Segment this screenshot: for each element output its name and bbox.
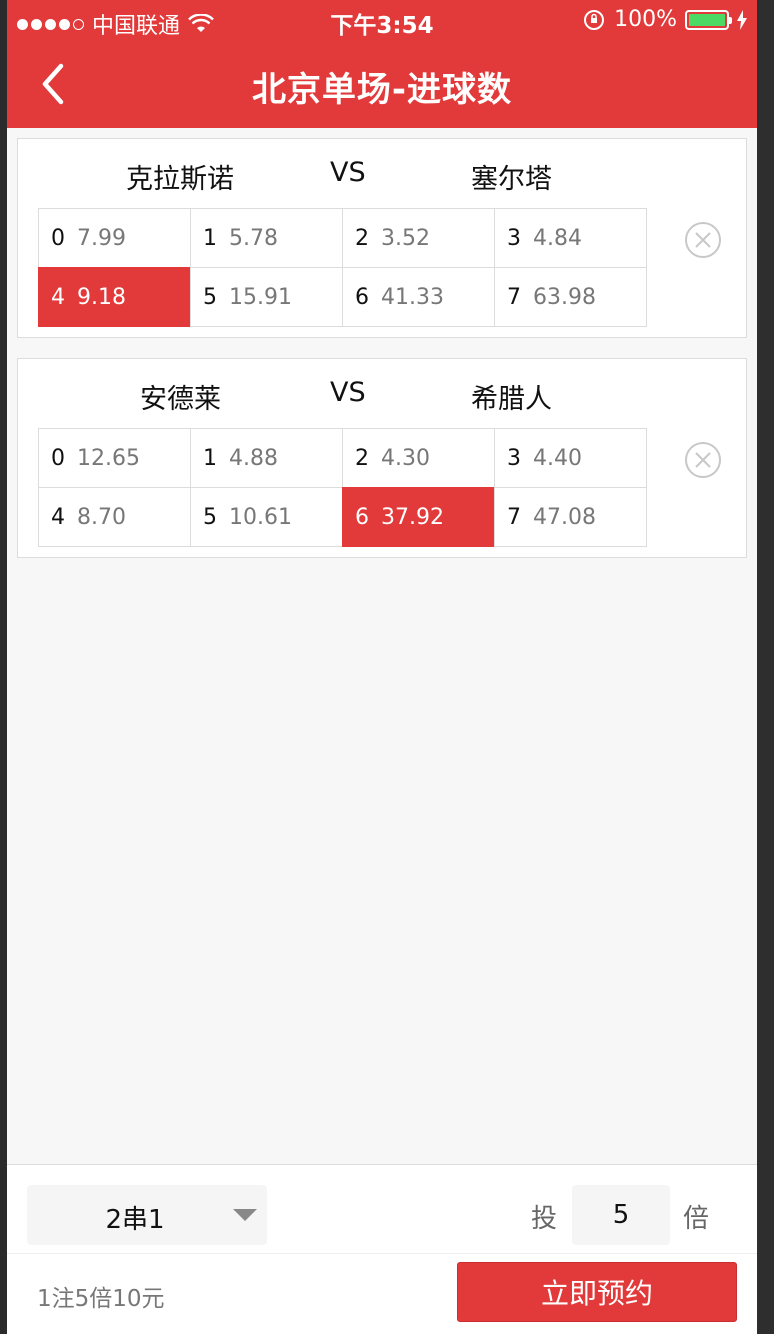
- charging-icon: [737, 9, 747, 30]
- screen-edge: [757, 0, 774, 1334]
- goal-count: 0: [51, 445, 65, 471]
- odds-value: 15.91: [229, 284, 292, 310]
- goal-count: 6: [355, 504, 369, 530]
- goal-option[interactable]: 6 37.92: [342, 487, 495, 547]
- goal-option[interactable]: 5 10.61: [190, 487, 343, 547]
- goal-option[interactable]: 3 4.84: [494, 208, 647, 268]
- odds-value: 4.40: [533, 445, 582, 471]
- odds-value: 63.98: [533, 284, 596, 310]
- multiplier-input[interactable]: [572, 1185, 670, 1245]
- bet-label: 投: [531, 1204, 558, 1234]
- goal-option[interactable]: 1 4.88: [190, 428, 343, 488]
- status-right: 100%: [582, 7, 747, 32]
- multiplier-unit: 倍: [683, 1204, 710, 1234]
- goal-count: 6: [355, 284, 369, 310]
- close-circle-icon: [685, 222, 721, 258]
- match-teams: 克拉斯诺 VS 塞尔塔: [18, 139, 748, 209]
- odds-value: 41.33: [381, 284, 444, 310]
- goal-count: 7: [507, 504, 521, 530]
- goal-count: 3: [507, 445, 521, 471]
- close-circle-icon: [685, 442, 721, 478]
- remove-match-button[interactable]: [684, 221, 722, 259]
- goal-option[interactable]: 6 41.33: [342, 267, 495, 327]
- remove-match-button[interactable]: [684, 441, 722, 479]
- odds-value: 12.65: [77, 445, 140, 471]
- pass-type-value: 2串1: [105, 1205, 165, 1235]
- goal-count: 0: [51, 225, 65, 251]
- odds-value: 9.18: [77, 284, 126, 310]
- odds-value: 8.70: [77, 504, 126, 530]
- odds-value: 3.52: [381, 225, 430, 251]
- battery-icon: [685, 9, 732, 30]
- match-teams: 安德莱 VS 希腊人: [18, 359, 748, 429]
- odds-value: 4.88: [229, 445, 278, 471]
- goal-option[interactable]: 7 47.08: [494, 487, 647, 547]
- header: 中国联通 下午3:54 100% 北京单场-进球数: [7, 0, 757, 128]
- odds-value: 47.08: [533, 504, 596, 530]
- odds-grid: 0 12.65 1 4.88 2 4.30 3 4.40 4 8.70 5 10.61 63…: [38, 428, 647, 548]
- away-team: 塞尔塔: [471, 164, 552, 195]
- footer-divider: [7, 1253, 757, 1254]
- reserve-button[interactable]: 立即预约: [457, 1262, 737, 1322]
- odds-value: 10.61: [229, 504, 292, 530]
- goal-count: 2: [355, 445, 369, 471]
- goal-count: 2: [355, 225, 369, 251]
- match-card: 克拉斯诺 VS 塞尔塔 0 7.99 1 5.78 2 3.52 3 4.84 4 9.1…: [17, 138, 747, 338]
- goal-option[interactable]: 0 7.99: [38, 208, 191, 268]
- goal-count: 4: [51, 504, 65, 530]
- bet-summary: 1注5倍10元: [37, 1286, 165, 1312]
- odds-grid: 0 7.99 1 5.78 2 3.52 3 4.84 4 9.18 5 15.91 6 41…: [38, 208, 647, 328]
- goal-count: 5: [203, 504, 217, 530]
- goal-option[interactable]: 0 12.65: [38, 428, 191, 488]
- goal-count: 5: [203, 284, 217, 310]
- goal-option[interactable]: 4 9.18: [38, 267, 191, 327]
- goal-option[interactable]: 1 5.78: [190, 208, 343, 268]
- odds-value: 4.30: [381, 445, 430, 471]
- home-team: 克拉斯诺: [126, 164, 234, 195]
- goal-option[interactable]: 7 63.98: [494, 267, 647, 327]
- goal-option[interactable]: 2 4.30: [342, 428, 495, 488]
- caret-down-icon: [233, 1209, 257, 1221]
- goal-option[interactable]: 2 3.52: [342, 208, 495, 268]
- goal-option[interactable]: 3 4.40: [494, 428, 647, 488]
- page-title: 北京单场-进球数: [251, 70, 513, 110]
- rotation-lock-icon: [584, 9, 605, 30]
- odds-value: 4.84: [533, 225, 582, 251]
- vs-label: VS: [330, 157, 366, 188]
- home-team: 安德莱: [140, 384, 221, 415]
- odds-value: 5.78: [229, 225, 278, 251]
- goal-option[interactable]: 5 15.91: [190, 267, 343, 327]
- pass-type-select[interactable]: 2串1: [27, 1185, 267, 1245]
- nav-bar: 北京单场-进球数: [7, 40, 757, 128]
- goal-count: 1: [203, 445, 217, 471]
- battery-percent: 100%: [614, 7, 677, 32]
- vs-label: VS: [330, 377, 366, 408]
- bet-footer: 2串1 投 倍 1注5倍10元 立即预约: [7, 1164, 757, 1334]
- goal-count: 7: [507, 284, 521, 310]
- odds-value: 37.92: [381, 504, 444, 530]
- goal-count: 4: [51, 284, 65, 310]
- goal-count: 1: [203, 225, 217, 251]
- odds-value: 7.99: [77, 225, 126, 251]
- away-team: 希腊人: [471, 384, 552, 415]
- status-bar: 中国联通 下午3:54 100%: [7, 0, 757, 40]
- goal-option[interactable]: 4 8.70: [38, 487, 191, 547]
- app-screen: 中国联通 下午3:54 100% 北京单场-进球数 克拉斯诺 VS 塞尔塔 0 …: [7, 0, 757, 1334]
- match-card: 安德莱 VS 希腊人 0 12.65 1 4.88 2 4.30 3 4.40 4 8.7…: [17, 358, 747, 558]
- goal-count: 3: [507, 225, 521, 251]
